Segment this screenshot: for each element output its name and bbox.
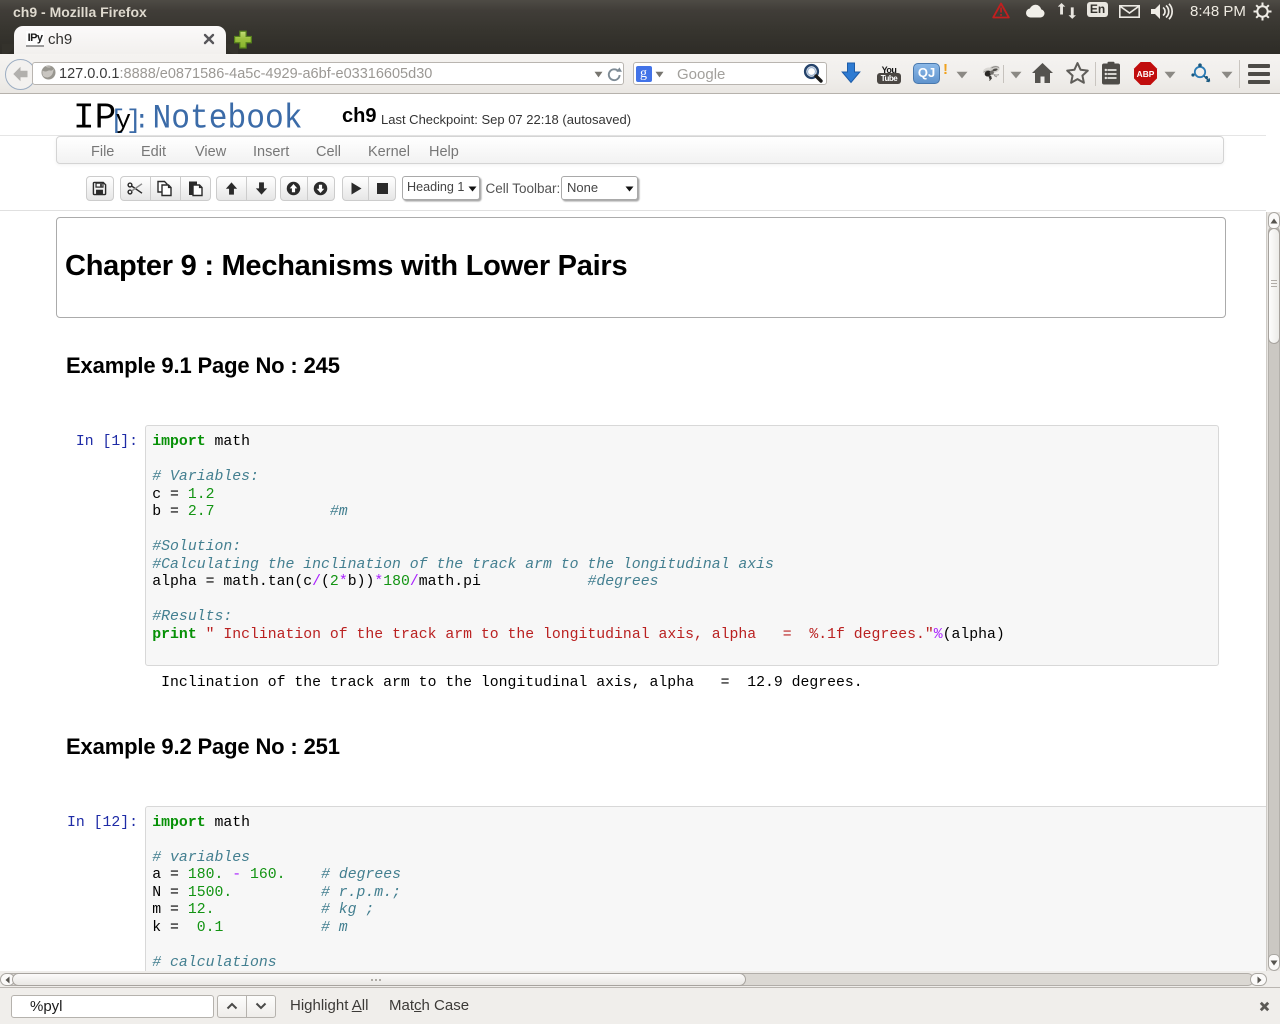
svg-text:Notebook: Notebook [153,101,303,139]
svg-text:ABP: ABP [1137,69,1155,79]
svg-text::: : [134,106,150,136]
